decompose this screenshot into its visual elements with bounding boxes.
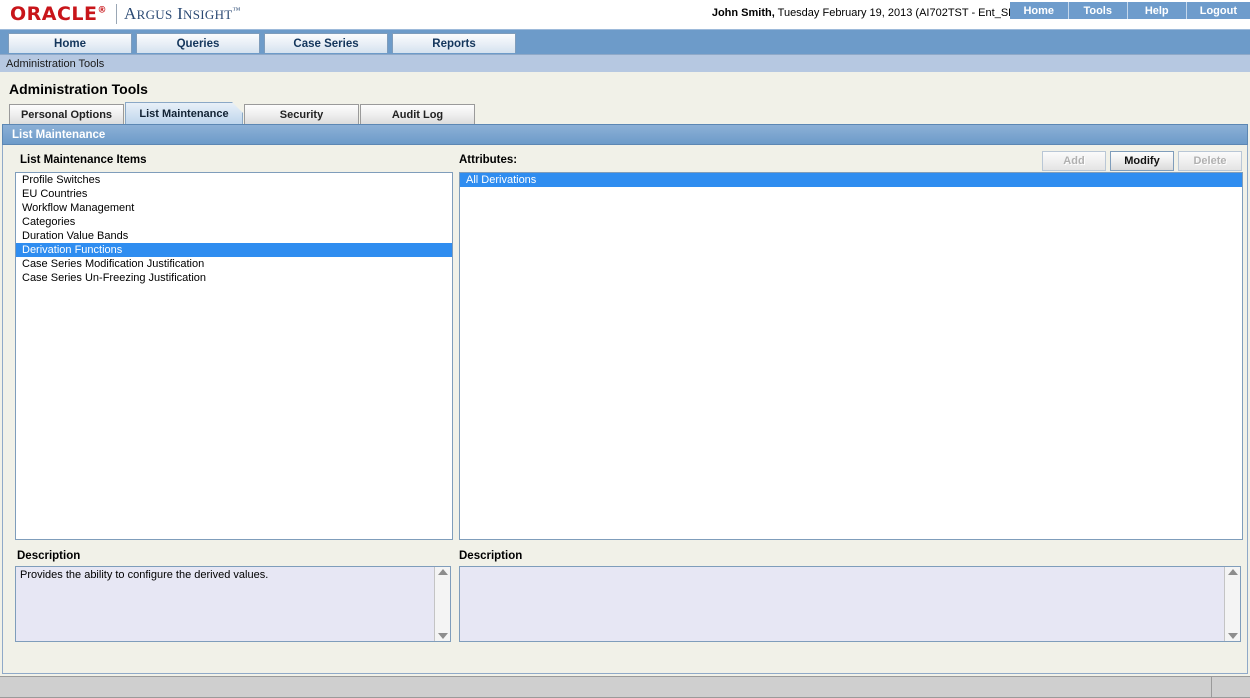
description-text-left: Provides the ability to configure the de… [20,569,269,581]
brand-divider [116,4,118,24]
breadcrumb: Administration Tools [0,54,1250,72]
scroll-up-icon[interactable] [437,569,448,575]
panel-footer [2,664,1248,674]
nav-tab-queries[interactable]: Queries [136,33,260,53]
list-item[interactable]: Case Series Modification Justification [16,257,452,271]
scrollbar-right[interactable] [1224,567,1240,641]
modify-button[interactable]: Modify [1110,151,1174,171]
list-item[interactable]: Categories [16,215,452,229]
attribute-item-selected[interactable]: All Derivations [460,173,1242,187]
tab-security[interactable]: Security [244,104,359,124]
column-headers: List Maintenance Items Attributes: Add M… [3,145,1247,174]
description-label-left: Description [17,550,81,562]
page-content: Administration Tools Personal Options Li… [0,72,1250,674]
header-menu-home[interactable]: Home [1010,2,1069,19]
description-label-right: Description [459,550,523,562]
list-item[interactable]: Profile Switches [16,173,452,187]
description-box-right[interactable] [459,566,1241,642]
sub-tabs: Personal Options List Maintenance Securi… [0,102,1250,124]
header-menu: Home Tools Help Logout [1009,2,1250,19]
section-header: List Maintenance [2,124,1248,145]
brand-logo: ORACLE® ARGUS INSIGHT™ [10,2,241,26]
breadcrumb-label: Administration Tools [6,57,105,70]
user-name: John Smith, [711,7,775,19]
tab-personal-options[interactable]: Personal Options [9,104,124,124]
action-buttons: Add Modify Delete [1042,151,1242,171]
list-maintenance-panel: List Maintenance Items Attributes: Add M… [2,145,1248,664]
trademark-mark: ™ [232,5,241,15]
delete-button[interactable]: Delete [1178,151,1242,171]
list-items-header: List Maintenance Items [20,154,147,166]
list-maintenance-items-listbox[interactable]: Profile Switches EU Countries Workflow M… [15,172,453,540]
list-item[interactable]: Case Series Un-Freezing Justification [16,271,452,285]
scroll-up-icon[interactable] [1227,569,1238,575]
header-menu-help[interactable]: Help [1128,2,1187,19]
list-item[interactable]: Duration Value Bands [16,229,452,243]
tab-audit-log[interactable]: Audit Log [360,104,475,124]
tab-list-maintenance[interactable]: List Maintenance [125,102,243,124]
oracle-wordmark: ORACLE® [10,3,108,25]
user-context: Tuesday February 19, 2013 (AI702TST - En… [774,7,1032,19]
header-menu-tools[interactable]: Tools [1069,2,1128,19]
registered-mark: ® [97,5,108,16]
section-title: List Maintenance [12,128,106,141]
top-header: ORACLE® ARGUS INSIGHT™ John Smith, Tuesd… [0,0,1250,29]
status-bar [0,676,1250,698]
scroll-down-icon[interactable] [437,633,448,639]
list-item[interactable]: Workflow Management [16,201,452,215]
list-item[interactable]: EU Countries [16,187,452,201]
header-menu-logout[interactable]: Logout [1187,2,1250,19]
list-item-selected[interactable]: Derivation Functions [16,243,452,257]
scrollbar-left[interactable] [434,567,450,641]
add-button[interactable]: Add [1042,151,1106,171]
description-text-right [460,567,1224,641]
description-box-left[interactable]: Provides the ability to configure the de… [15,566,451,642]
nav-tab-case-series[interactable]: Case Series [264,33,388,53]
argus-insight-wordmark: ARGUS INSIGHT™ [124,4,241,23]
nav-tab-reports[interactable]: Reports [392,33,516,53]
attributes-listbox[interactable]: All Derivations [459,172,1243,540]
page-title: Administration Tools [9,81,148,97]
status-bar-cell [1211,677,1250,697]
user-info: John Smith, Tuesday February 19, 2013 (A… [712,7,1032,19]
scroll-down-icon[interactable] [1227,633,1238,639]
main-navigation: Home Queries Case Series Reports [0,29,1250,54]
nav-tab-home[interactable]: Home [8,33,132,53]
attributes-header: Attributes: [459,154,518,166]
